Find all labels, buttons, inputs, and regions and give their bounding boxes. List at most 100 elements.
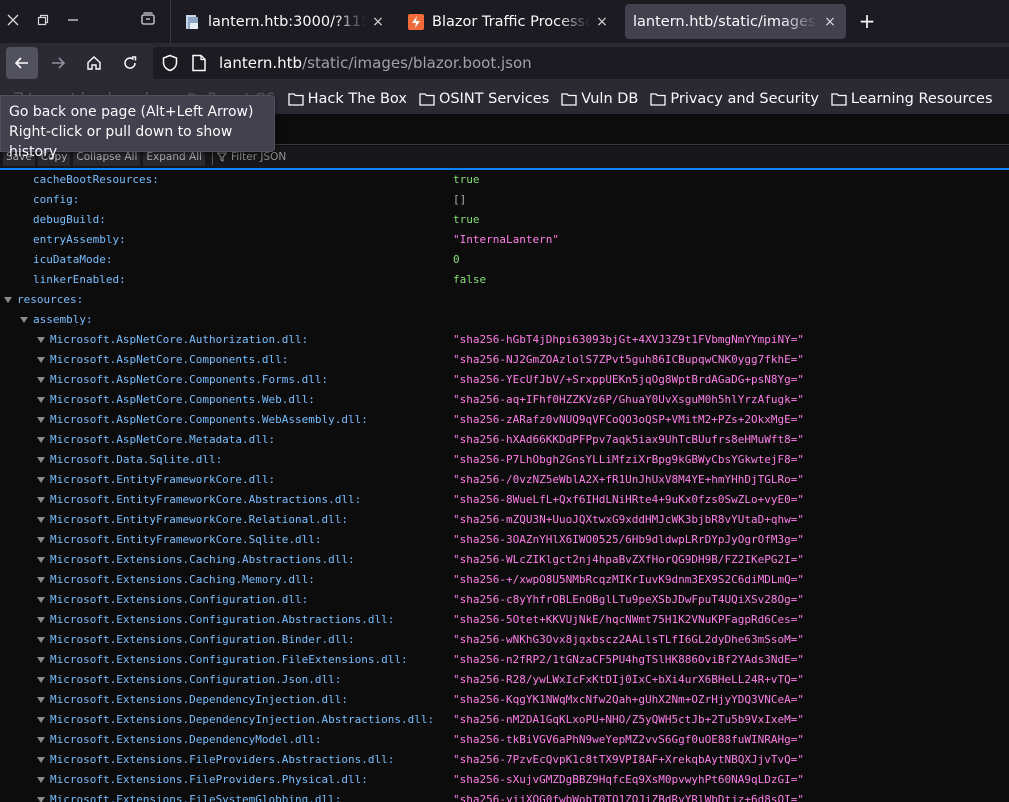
tab-list-button[interactable] (137, 10, 159, 32)
expand-twisty-icon[interactable] (37, 537, 45, 543)
expand-twisty-icon[interactable] (37, 457, 45, 463)
json-value: "sha256-/0vzNZ5eWblA2X+fR1UnJhUxV8M4YE+h… (453, 473, 804, 486)
expand-twisty-icon[interactable] (37, 577, 45, 583)
json-row[interactable]: Microsoft.Extensions.FileProviders.Abstr… (0, 750, 1009, 770)
json-row[interactable]: Microsoft.Extensions.Configuration.Json.… (0, 670, 1009, 690)
json-row[interactable]: Microsoft.Extensions.Configuration.Abstr… (0, 610, 1009, 630)
expand-twisty-icon[interactable] (20, 317, 28, 323)
expand-twisty-icon[interactable] (37, 597, 45, 603)
json-key: Microsoft.Extensions.Configuration.FileE… (50, 653, 408, 666)
json-row[interactable]: assembly: (0, 310, 1009, 330)
new-tab-button[interactable]: + (856, 10, 878, 32)
bookmark-privacy-security[interactable]: Privacy and Security (650, 91, 819, 107)
json-value: [] (453, 193, 467, 206)
reload-button[interactable] (114, 47, 146, 79)
json-row[interactable]: Microsoft.Extensions.DependencyModel.dll… (0, 730, 1009, 750)
bookmark-osint-services[interactable]: OSINT Services (419, 91, 549, 107)
json-key: Microsoft.Extensions.Caching.Abstraction… (50, 553, 355, 566)
expand-twisty-icon[interactable] (37, 337, 45, 343)
bookmark-learning-resources[interactable]: Learning Resources (831, 91, 993, 107)
back-button[interactable] (6, 47, 38, 79)
expand-twisty-icon[interactable] (37, 737, 45, 743)
json-row[interactable]: Microsoft.Extensions.Caching.Memory.dll:… (0, 570, 1009, 590)
close-icon (7, 14, 19, 26)
tab-close-button[interactable]: × (822, 14, 838, 30)
json-key: resources: (17, 293, 84, 306)
expand-twisty-icon[interactable] (37, 377, 45, 383)
expand-twisty-icon[interactable] (37, 657, 45, 663)
json-row[interactable]: Microsoft.EntityFrameworkCore.Relational… (0, 510, 1009, 530)
json-row[interactable]: Microsoft.Extensions.Configuration.FileE… (0, 650, 1009, 670)
expand-twisty-icon[interactable] (37, 437, 45, 443)
expand-twisty-icon[interactable] (37, 417, 45, 423)
expand-twisty-icon[interactable] (37, 797, 45, 802)
json-key: debugBuild: (33, 213, 106, 226)
tab-strip: lantern.htb:3000/?115e43 × Blazor Traffi… (0, 0, 1009, 43)
json-row[interactable]: Microsoft.AspNetCore.Authorization.dll: "… (0, 330, 1009, 350)
expand-twisty-icon[interactable] (37, 397, 45, 403)
window-minimize-button[interactable] (62, 10, 84, 32)
json-value: "sha256-n2fRP2/1tGNzaCF5PU4hgTSlHK886Ovi… (453, 653, 804, 666)
json-value: "sha256-YEcUfJbV/+SrxppUEKn5jqOg8WptBrdA… (453, 373, 804, 386)
json-row[interactable]: Microsoft.Extensions.DependencyInjection… (0, 690, 1009, 710)
bookmark-vuln-db[interactable]: Vuln DB (561, 91, 638, 107)
tab-title: Blazor Traffic Processor - (432, 13, 590, 30)
tab-close-button[interactable]: × (370, 14, 386, 30)
json-value: "sha256-hGbT4jDhpi63093bjGt+4XVJ3Z9t1FVb… (453, 333, 804, 346)
json-value: "sha256-KqgYK1NWqMxcNfw2Qah+gUhX2Nm+OZrH… (453, 693, 804, 706)
tab-blazor-boot-json[interactable]: lantern.htb/static/images/blazor.boot.js… (625, 4, 846, 39)
json-row[interactable]: Microsoft.EntityFrameworkCore.dll: "sha25… (0, 470, 1009, 490)
json-row[interactable]: Microsoft.Data.Sqlite.dll: "sha256-P7LhOb… (0, 450, 1009, 470)
expand-twisty-icon[interactable] (37, 617, 45, 623)
json-row[interactable]: Microsoft.EntityFrameworkCore.Sqlite.dll… (0, 530, 1009, 550)
json-row[interactable]: Microsoft.AspNetCore.Metadata.dll: "sha25… (0, 430, 1009, 450)
json-row[interactable]: Microsoft.Extensions.Configuration.Binde… (0, 630, 1009, 650)
document-icon (186, 14, 198, 29)
expand-twisty-icon[interactable] (37, 777, 45, 783)
forward-button[interactable] (42, 47, 74, 79)
url-bar[interactable]: lantern.htb/static/images/blazor.boot.js… (153, 47, 1009, 79)
window-restore-button[interactable] (32, 10, 54, 32)
tab-blazor-traffic[interactable]: Blazor Traffic Processor - × (400, 4, 618, 39)
expand-twisty-icon[interactable] (37, 757, 45, 763)
expand-twisty-icon[interactable] (37, 717, 45, 723)
expand-twisty-icon[interactable] (37, 517, 45, 523)
json-row[interactable]: Microsoft.EntityFrameworkCore.Abstractio… (0, 490, 1009, 510)
json-key: Microsoft.Extensions.Configuration.dll: (50, 593, 309, 606)
tab-close-button[interactable]: × (594, 14, 610, 30)
json-row[interactable]: Microsoft.AspNetCore.Components.WebAssem… (0, 410, 1009, 430)
json-row[interactable]: Microsoft.Extensions.Caching.Abstraction… (0, 550, 1009, 570)
json-row[interactable]: Microsoft.AspNetCore.Components.Web.dll:… (0, 390, 1009, 410)
expand-twisty-icon[interactable] (37, 697, 45, 703)
page-icon (192, 54, 206, 72)
json-row[interactable]: Microsoft.Extensions.DependencyInjection… (0, 710, 1009, 730)
expand-twisty-icon[interactable] (37, 497, 45, 503)
json-row[interactable]: Microsoft.AspNetCore.Components.dll: "sha… (0, 350, 1009, 370)
expand-twisty-icon[interactable] (37, 677, 45, 683)
json-row[interactable]: Microsoft.Extensions.FileSystemGlobbing.… (0, 790, 1009, 802)
json-row[interactable]: resources: (0, 290, 1009, 310)
expand-twisty-icon[interactable] (4, 297, 12, 303)
json-key: Microsoft.AspNetCore.Components.Forms.dl… (50, 373, 329, 386)
json-key: Microsoft.Extensions.DependencyInjection… (50, 693, 349, 706)
json-key: Microsoft.Extensions.FileSystemGlobbing.… (50, 793, 342, 802)
home-button[interactable] (78, 47, 110, 79)
json-row[interactable]: Microsoft.Extensions.FileProviders.Physi… (0, 770, 1009, 790)
bookmark-hack-the-box[interactable]: Hack The Box (287, 91, 407, 107)
url-text[interactable]: lantern.htb/static/images/blazor.boot.js… (219, 54, 532, 72)
tab-lantern-3000[interactable]: lantern.htb:3000/?115e43 × (176, 4, 394, 39)
json-row[interactable]: Microsoft.Extensions.Configuration.dll: "… (0, 590, 1009, 610)
window-close-button[interactable] (2, 10, 24, 32)
back-button-tooltip: Go back one page (Alt+Left Arrow) Right-… (0, 95, 275, 160)
json-value: "sha256-NJ2GmZOAzlolS7ZPvt5guh86ICBupqwC… (453, 353, 804, 366)
json-key: cacheBootResources: (33, 173, 159, 186)
expand-twisty-icon[interactable] (37, 477, 45, 483)
folder-icon (831, 92, 847, 106)
json-row[interactable]: Microsoft.AspNetCore.Components.Forms.dl… (0, 370, 1009, 390)
json-row: linkerEnabled: false (0, 270, 1009, 290)
expand-twisty-icon[interactable] (37, 637, 45, 643)
expand-twisty-icon[interactable] (37, 557, 45, 563)
json-value: 0 (453, 253, 460, 266)
folder-icon (561, 92, 577, 106)
expand-twisty-icon[interactable] (37, 357, 45, 363)
